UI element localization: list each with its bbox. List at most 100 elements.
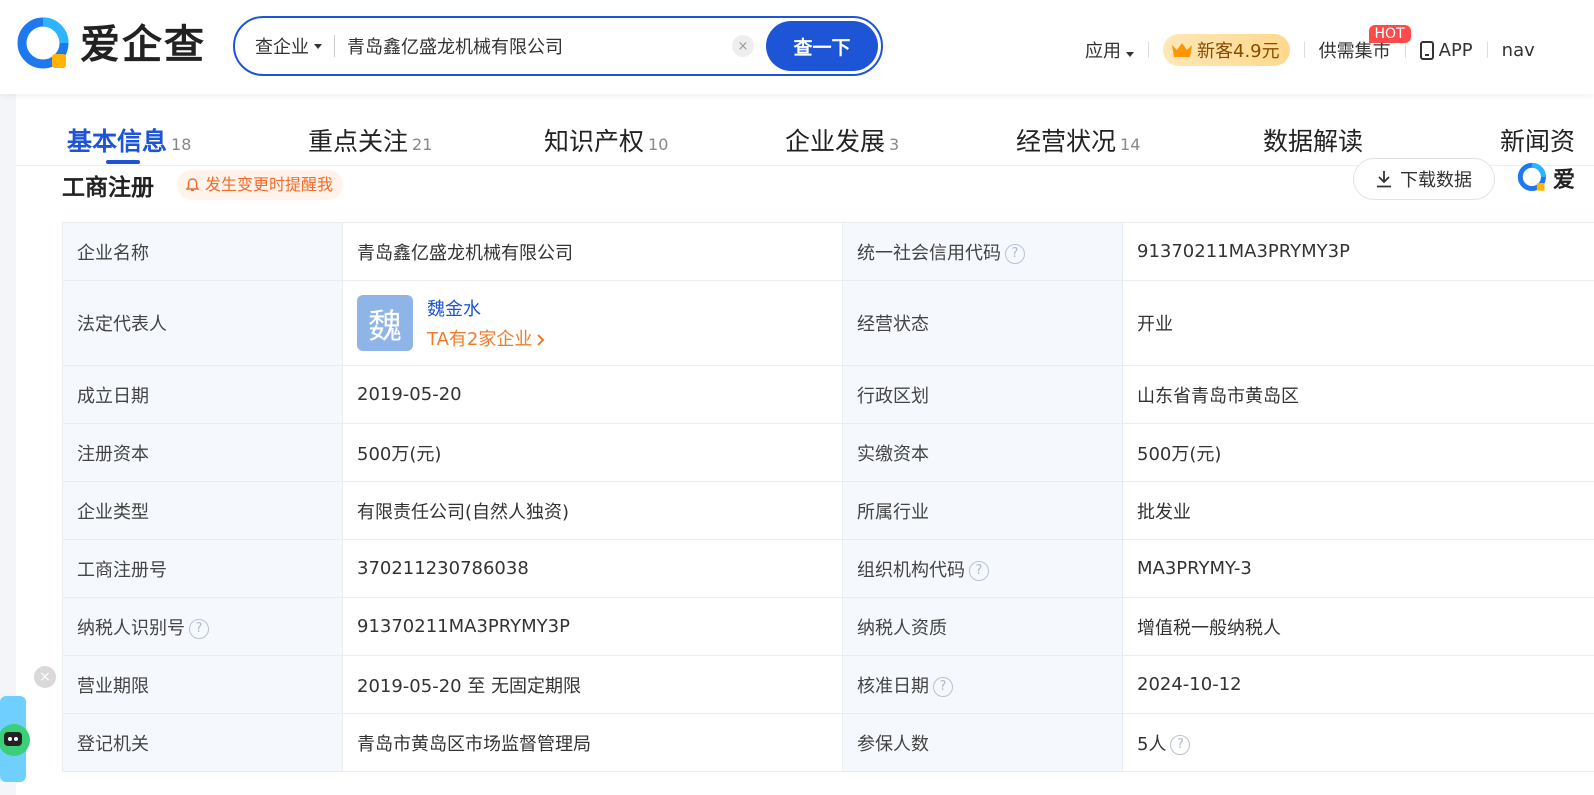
logo-text: 爱企查 — [80, 22, 206, 68]
tab-label: 企业发展 — [785, 127, 886, 156]
tab-development[interactable]: 企业发展 3 — [785, 122, 899, 158]
field-label: 企业类型 — [62, 481, 343, 540]
field-label-text: 组织机构代码 — [857, 559, 965, 581]
download-icon — [1377, 171, 1391, 188]
field-label: 成立日期 — [62, 365, 343, 424]
nav-app[interactable]: APP — [1419, 39, 1473, 61]
tab-news[interactable]: 新闻资 — [1500, 122, 1575, 158]
field-value: 批发业 — [1122, 481, 1594, 540]
tab-count: 10 — [648, 135, 669, 154]
legal-rep-name-link[interactable]: 魏金水 — [427, 295, 546, 321]
field-value-text: 5人 — [1137, 733, 1167, 755]
float-close-icon[interactable]: × — [34, 666, 56, 688]
hot-badge: HOT — [1368, 25, 1411, 43]
help-icon[interactable]: ? — [969, 560, 989, 581]
chevron-right-icon — [537, 334, 545, 346]
legal-rep-cell: 魏 魏金水 TA有2家企业 — [342, 280, 843, 366]
field-label: 纳税人识别号? — [62, 597, 343, 656]
mini-logo-text: 爱 — [1553, 168, 1576, 193]
field-label: 行政区划 — [842, 365, 1123, 424]
field-value: MA3PRYMY-3 — [1122, 539, 1594, 598]
nav-market-label: 供需集市 — [1318, 41, 1391, 62]
tab-count: 18 — [171, 135, 192, 154]
field-label: 登记机关 — [62, 713, 343, 772]
help-icon[interactable]: ? — [1170, 734, 1191, 755]
site-header: 爱企查 查企业 × 查一下 应用 新客4.9元 供需集市 HOT APP nav — [0, 0, 1594, 94]
nav-divider — [1303, 42, 1305, 58]
tab-label: 新闻资 — [1500, 127, 1576, 156]
field-value: 青岛鑫亿盛龙机械有限公司 — [342, 222, 843, 281]
search-type-label: 查企业 — [255, 37, 309, 58]
phone-icon — [1419, 41, 1434, 60]
help-icon[interactable]: ? — [933, 676, 953, 697]
field-value: 青岛市黄岛区市场监督管理局 — [342, 713, 843, 772]
nav-divider — [1486, 42, 1488, 58]
watermark-logo: 爱 — [1517, 162, 1575, 194]
legal-rep: 魏 魏金水 TA有2家企业 — [357, 295, 828, 351]
table-row: 登记机关 青岛市黄岛区市场监督管理局 参保人数 5人? — [62, 713, 1594, 772]
field-value: 有限责任公司(自然人独资) — [342, 481, 843, 540]
tab-basic-info[interactable]: 基本信息 18 — [67, 122, 191, 158]
nav-apps-label: 应用 — [1085, 41, 1121, 62]
bell-icon — [186, 178, 199, 191]
section-title: 工商注册 — [62, 175, 154, 201]
chevron-down-icon — [1126, 52, 1134, 57]
chevron-down-icon — [314, 43, 322, 49]
site-logo[interactable]: 爱企查 — [16, 16, 206, 74]
tab-key-focus[interactable]: 重点关注 21 — [308, 122, 432, 158]
crown-icon — [1172, 43, 1192, 57]
vip-promo-label: 新客4.9元 — [1197, 41, 1280, 62]
help-icon[interactable]: ? — [189, 618, 209, 639]
change-remind-label: 发生变更时提醒我 — [205, 175, 334, 194]
field-label-text: 核准日期 — [857, 675, 929, 697]
tab-label: 基本信息 — [67, 127, 168, 156]
table-row: 工商注册号 370211230786038 组织机构代码? MA3PRYMY-3 — [62, 539, 1594, 598]
clear-icon[interactable]: × — [732, 35, 754, 57]
tab-count: 14 — [1120, 135, 1141, 154]
field-label-text: 纳税人识别号 — [77, 617, 185, 639]
download-data-label: 下载数据 — [1400, 170, 1472, 191]
search-button[interactable]: 查一下 — [766, 21, 878, 71]
table-row: 注册资本 500万(元) 实缴资本 500万(元) — [62, 423, 1594, 482]
field-value: 山东省青岛市黄岛区 — [1122, 365, 1594, 424]
nav-market[interactable]: 供需集市 HOT — [1318, 25, 1411, 63]
search-input[interactable] — [347, 35, 732, 57]
legal-rep-companies-link[interactable]: TA有2家企业 — [427, 325, 546, 351]
field-label: 核准日期? — [842, 655, 1123, 714]
tab-data-insight[interactable]: 数据解读 — [1263, 122, 1363, 158]
field-value: 2019-05-20 至 无固定期限 — [342, 655, 843, 714]
field-label: 纳税人资质 — [842, 597, 1123, 656]
search-bar: 查企业 × 查一下 — [233, 16, 883, 76]
tab-ip[interactable]: 知识产权 10 — [544, 122, 668, 158]
tab-count: 21 — [412, 135, 433, 154]
nav-partial[interactable]: nav — [1502, 40, 1535, 61]
field-value: 91370211MA3PRYMY3P — [1122, 222, 1594, 281]
nav-apps[interactable]: 应用 — [1085, 37, 1134, 63]
field-value: 91370211MA3PRYMY3P — [342, 597, 843, 656]
nav-app-label: APP — [1438, 39, 1473, 61]
table-row: 纳税人识别号? 91370211MA3PRYMY3P 纳税人资质 增值税一般纳税… — [62, 597, 1594, 656]
avatar[interactable]: 魏 — [357, 295, 413, 351]
field-value: 500万(元) — [342, 423, 843, 482]
search-type-select[interactable]: 查企业 — [255, 33, 322, 59]
table-row: 企业名称 青岛鑫亿盛龙机械有限公司 统一社会信用代码? 91370211MA3P… — [62, 222, 1594, 281]
tab-count: 3 — [889, 135, 900, 154]
field-label: 营业期限 — [62, 655, 343, 714]
logo-mark-icon — [1517, 162, 1546, 191]
table-row: 法定代表人 魏 魏金水 TA有2家企业 经营状态 开业 — [62, 280, 1594, 366]
section-tabs: 基本信息 18 重点关注 21 知识产权 10 企业发展 3 经营状况 14 数据解读 新… — [16, 94, 1594, 166]
registration-info-table: 企业名称 青岛鑫亿盛龙机械有限公司 统一社会信用代码? 91370211MA3P… — [62, 222, 1594, 772]
field-label: 企业名称 — [62, 222, 343, 281]
download-data-button[interactable]: 下载数据 — [1353, 158, 1495, 200]
tab-operations[interactable]: 经营状况 14 — [1016, 122, 1140, 158]
field-value: 500万(元) — [1122, 423, 1594, 482]
chatbot-icon[interactable] — [0, 696, 38, 782]
field-label: 工商注册号 — [62, 539, 343, 598]
change-remind-button[interactable]: 发生变更时提醒我 — [177, 170, 344, 200]
search-divider — [334, 35, 335, 57]
field-label: 实缴资本 — [842, 423, 1123, 482]
vip-promo-button[interactable]: 新客4.9元 — [1163, 34, 1290, 66]
table-row: 企业类型 有限责任公司(自然人独资) 所属行业 批发业 — [62, 481, 1594, 540]
field-value: 增值税一般纳税人 — [1122, 597, 1594, 656]
help-icon[interactable]: ? — [1005, 243, 1025, 264]
